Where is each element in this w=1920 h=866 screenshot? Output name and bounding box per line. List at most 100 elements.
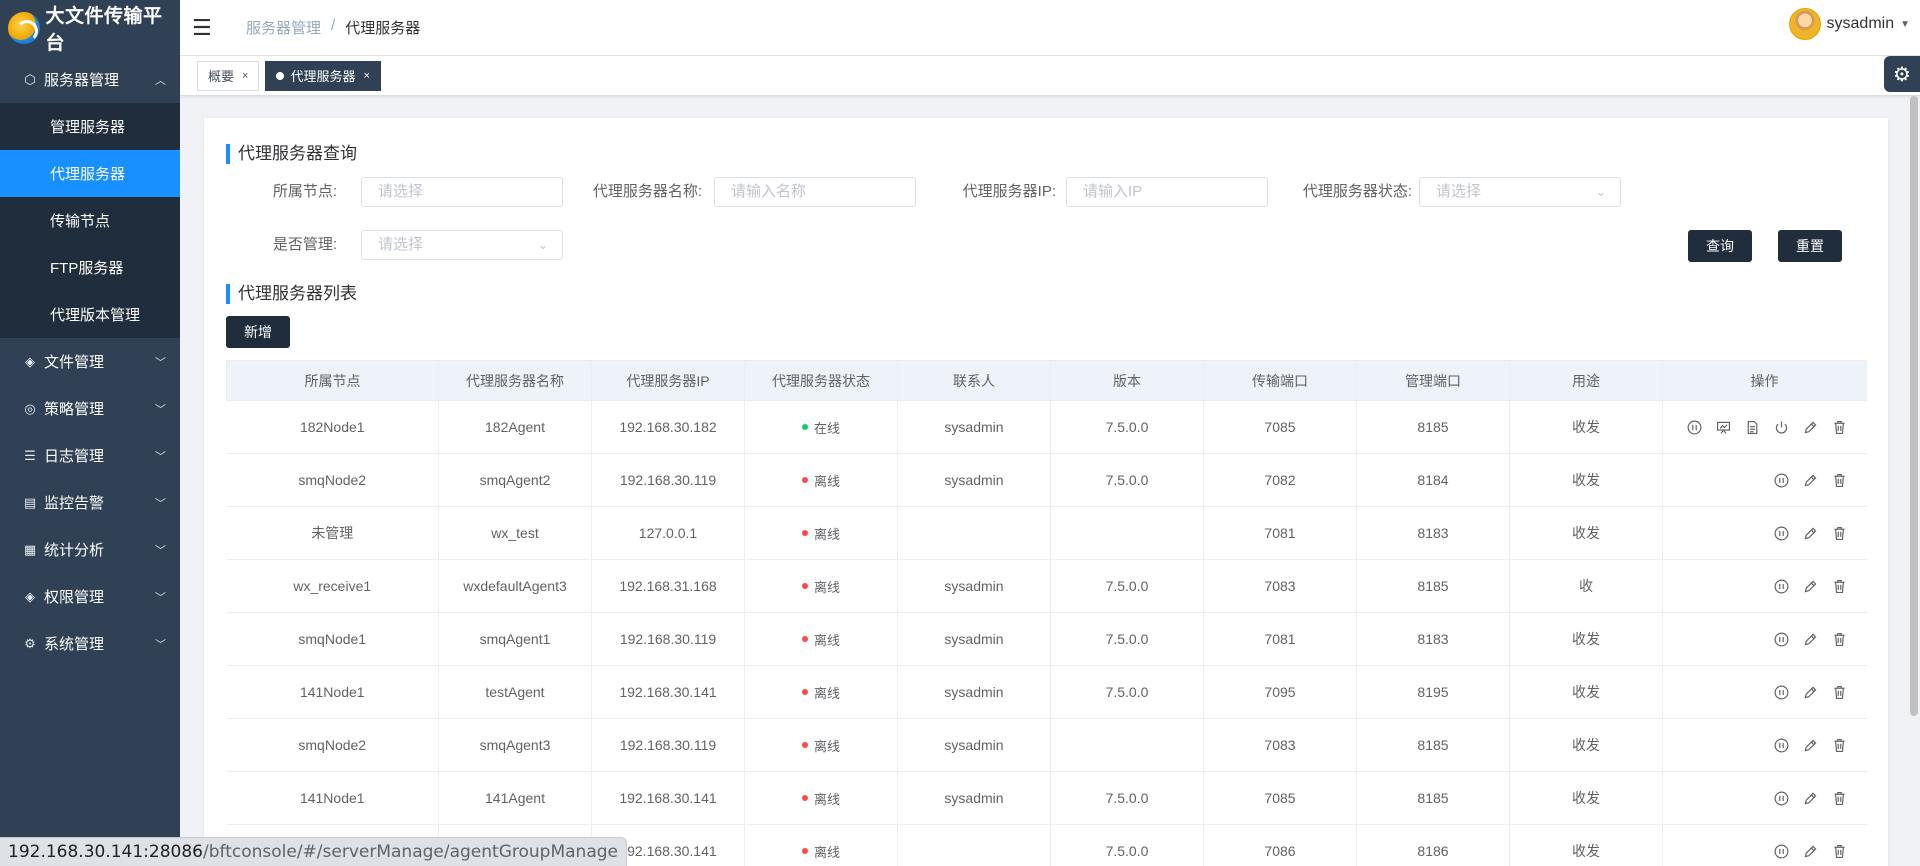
target-icon: ◎	[24, 400, 36, 416]
document-icon[interactable]	[1743, 418, 1762, 437]
chevron-down-icon: ﹀	[155, 356, 166, 369]
status-label: 代理服务器状态:	[1302, 183, 1412, 200]
pause-icon[interactable]	[1772, 789, 1791, 808]
tags-view: 概要 × 代理服务器 ×	[180, 56, 1920, 96]
edit-icon[interactable]	[1801, 630, 1820, 649]
usage-cell: 收发	[1509, 824, 1663, 866]
sidebar-item-6[interactable]: ◈ 权限管理 ﹀	[0, 573, 180, 620]
power-icon[interactable]	[1772, 418, 1791, 437]
managed-select[interactable]: 请选择 ⌄	[361, 230, 563, 260]
status-text: 离线	[813, 632, 840, 648]
status-placeholder: 请选择	[1436, 183, 1482, 200]
add-button[interactable]: 新增	[226, 316, 290, 348]
pause-icon[interactable]	[1772, 842, 1791, 861]
edit-icon[interactable]	[1801, 683, 1820, 702]
sidebar-subitem-3[interactable]: FTP服务器	[0, 244, 180, 291]
list-section-title: 代理服务器列表	[226, 284, 357, 304]
sidebar-item-3[interactable]: ☰ 日志管理 ﹀	[0, 432, 180, 479]
tab-overview[interactable]: 概要 ×	[197, 60, 260, 91]
monitor-icon: ▤	[23, 494, 37, 510]
usage-cell: 收发	[1509, 771, 1663, 825]
contact-cell	[897, 506, 1051, 560]
sidebar-item-5[interactable]: ▦ 统计分析 ﹀	[0, 526, 180, 573]
delete-icon[interactable]	[1830, 683, 1849, 702]
sidebar-subitem-0[interactable]: 管理服务器	[0, 103, 180, 150]
close-icon[interactable]: ×	[363, 70, 369, 82]
pause-icon[interactable]	[1772, 630, 1791, 649]
name-cell: smqAgent2	[438, 453, 592, 507]
table-header-row: 所属节点 代理服务器名称 代理服务器IP 代理服务器状态 联系人 版本 传输端口 管理端口 用途…	[226, 360, 1867, 401]
status-cell: 离线	[744, 506, 898, 560]
layers-icon: ◈	[25, 353, 35, 369]
pause-icon[interactable]	[1772, 683, 1791, 702]
edit-icon[interactable]	[1801, 418, 1820, 437]
sidebar-item-2[interactable]: ◎ 策略管理 ﹀	[0, 385, 180, 432]
actions-cell	[1662, 559, 1867, 613]
delete-icon[interactable]	[1830, 842, 1849, 861]
tab-proxy-server[interactable]: 代理服务器 ×	[265, 60, 381, 91]
delete-icon[interactable]	[1830, 577, 1849, 596]
reset-button[interactable]: 重置	[1778, 230, 1842, 262]
breadcrumb: 服务器管理 / 代理服务器	[246, 17, 420, 38]
delete-icon[interactable]	[1830, 418, 1849, 437]
tport-cell: 7085	[1203, 400, 1357, 454]
close-icon[interactable]: ×	[242, 70, 248, 82]
status-select[interactable]: 请选择 ⌄	[1419, 177, 1621, 207]
version-cell: 7.5.0.0	[1050, 824, 1204, 866]
node-placeholder: 请选择	[378, 183, 424, 200]
pause-icon[interactable]	[1772, 524, 1791, 543]
actions-cell	[1662, 718, 1867, 772]
delete-icon[interactable]	[1830, 736, 1849, 755]
delete-icon[interactable]	[1830, 524, 1849, 543]
delete-icon[interactable]	[1830, 789, 1849, 808]
mport-cell: 8185	[1356, 771, 1510, 825]
mport-cell: 8184	[1356, 453, 1510, 507]
sidebar-item-0[interactable]: ⬡ 服务器管理 ︿	[0, 56, 180, 103]
contact-cell: sysadmin	[897, 665, 1051, 719]
sidebar-item-1[interactable]: ◈ 文件管理 ﹀	[0, 338, 180, 385]
name-input[interactable]: 请输入名称	[714, 177, 916, 207]
breadcrumb-parent[interactable]: 服务器管理	[246, 17, 321, 38]
page-scrollbar[interactable]	[1910, 96, 1918, 716]
status-cell: 离线	[744, 559, 898, 613]
pause-icon[interactable]	[1772, 736, 1791, 755]
actions-cell	[1662, 453, 1867, 507]
sidebar-subitem-2[interactable]: 传输节点	[0, 197, 180, 244]
status-url-host: 192.168.30.141:28086	[8, 842, 203, 862]
sidebar-subitem-4[interactable]: 代理版本管理	[0, 291, 180, 338]
edit-icon[interactable]	[1801, 524, 1820, 543]
edit-icon[interactable]	[1801, 842, 1820, 861]
name-cell: wx_test	[438, 506, 592, 560]
sidebar-item-4[interactable]: ▤ 监控告警 ﹀	[0, 479, 180, 526]
sidebar-subitem-1[interactable]: 代理服务器	[0, 150, 180, 197]
edit-icon[interactable]	[1801, 736, 1820, 755]
logo[interactable]: 大文件传输平台	[0, 0, 180, 56]
edit-icon[interactable]	[1801, 789, 1820, 808]
user-dropdown[interactable]: sysadmin ▼	[1788, 8, 1910, 40]
table-row: smqNode2 smqAgent3 192.168.30.119 离线 sysadmi…	[226, 718, 1867, 772]
pause-icon[interactable]	[1772, 577, 1791, 596]
mport-cell: 8185	[1356, 718, 1510, 772]
delete-icon[interactable]	[1830, 630, 1849, 649]
status-dot-icon	[801, 636, 808, 643]
name-cell: wxdefaultAgent3	[438, 559, 592, 613]
edit-icon[interactable]	[1801, 471, 1820, 490]
node-label: 所属节点:	[272, 183, 337, 200]
delete-icon[interactable]	[1830, 471, 1849, 490]
status-text: 离线	[813, 844, 840, 860]
hamburger-icon[interactable]: ☰	[192, 15, 216, 41]
settings-gear-icon[interactable]: ⚙	[1884, 56, 1920, 92]
ip-input[interactable]: 请输入IP	[1066, 177, 1268, 207]
edit-icon[interactable]	[1801, 577, 1820, 596]
ip-cell: 127.0.0.1	[591, 506, 745, 560]
sidebar-item-7[interactable]: ⚙ 系统管理 ﹀	[0, 620, 180, 667]
pause-icon[interactable]	[1685, 418, 1704, 437]
presentation-icon[interactable]	[1714, 418, 1733, 437]
column-header: 所属节点	[226, 360, 439, 401]
pause-icon[interactable]	[1772, 471, 1791, 490]
version-cell	[1050, 506, 1204, 560]
tport-cell: 7085	[1203, 771, 1357, 825]
node-select[interactable]: 请选择	[361, 177, 563, 207]
column-header: 联系人	[897, 360, 1051, 401]
search-button[interactable]: 查询	[1688, 230, 1752, 262]
